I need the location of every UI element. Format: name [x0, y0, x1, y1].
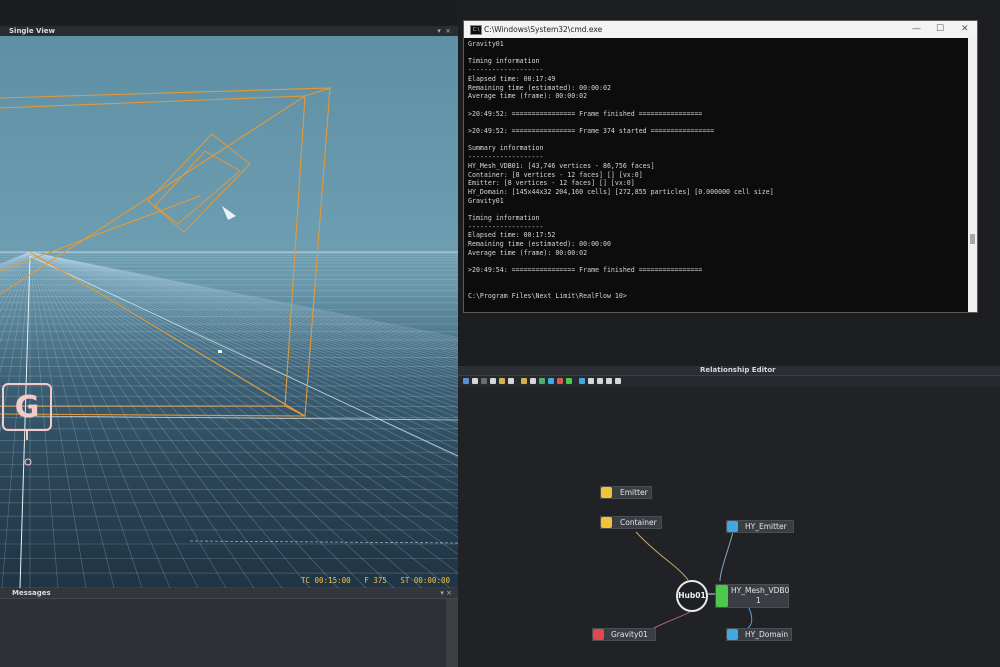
node-label-suffix: 1: [756, 595, 761, 606]
messages-panel: Messages ▾ ×: [0, 588, 458, 667]
console-window[interactable]: C:\ C:\Windows\System32\cmd.exe — ☐ ✕ Gr…: [463, 20, 978, 313]
cursor-arrow-icon: [222, 206, 236, 220]
domain-icon: [727, 629, 738, 640]
mesh-icon: [716, 585, 728, 607]
messages-header: Messages ▾ ×: [0, 588, 458, 599]
hub-node[interactable]: Hub01: [676, 580, 708, 612]
node-label: Container: [620, 517, 657, 528]
single-view-panel: Single View ▾ ×: [0, 26, 458, 588]
messages-title: Messages: [12, 587, 51, 599]
ground-grid: [0, 252, 458, 588]
hy-emitter-icon: [727, 521, 738, 532]
axis-line: [190, 541, 458, 543]
3d-viewport[interactable]: G TC 00:15:00 F 375 ST 00:00:00: [0, 36, 458, 588]
console-titlebar[interactable]: C:\ C:\Windows\System32\cmd.exe — ☐ ✕: [464, 21, 977, 38]
node-container[interactable]: Container: [600, 516, 662, 529]
gravity-icon: [593, 629, 604, 640]
node-label: Gravity01: [611, 629, 648, 640]
link-gravity-hub: [654, 612, 690, 628]
messages-log[interactable]: [0, 599, 446, 667]
viewport-status: TC 00:15:00 F 375 ST 00:00:00: [301, 576, 450, 585]
node-gravity[interactable]: Gravity01: [592, 628, 656, 641]
pivot-marker: [218, 350, 222, 353]
container-icon: [601, 517, 612, 528]
panel-controls[interactable]: ▾ ×: [440, 587, 452, 599]
grid-line: [30, 252, 142, 588]
node-label: HY_Domain: [745, 629, 788, 640]
node-emitter[interactable]: Emitter: [600, 486, 652, 499]
emitter-icon: [601, 487, 612, 498]
minimize-button[interactable]: —: [912, 23, 921, 36]
grid-line: [30, 252, 254, 588]
viewport-scene: G: [0, 36, 458, 588]
svg-text:G: G: [15, 390, 40, 425]
grid-line: [30, 252, 422, 588]
node-label: Emitter: [620, 487, 648, 498]
node-label: HY_Emitter: [745, 521, 787, 532]
grid-line: [30, 252, 394, 588]
link-emitter-mesh: [720, 532, 733, 581]
node-hy-emitter[interactable]: HY_Emitter: [726, 520, 794, 533]
console-title: C:\Windows\System32\cmd.exe: [484, 23, 602, 36]
maximize-button[interactable]: ☐: [936, 23, 944, 36]
cmd-icon: C:\: [470, 25, 482, 35]
hub-label: Hub01: [678, 582, 706, 610]
node-hy-mesh[interactable]: HY_Mesh_VDB0 1: [715, 584, 789, 608]
scroll-thumb[interactable]: [970, 234, 975, 244]
console-scrollbar[interactable]: [968, 38, 977, 312]
link-domain-mesh: [748, 606, 752, 628]
grid-line: [30, 252, 226, 588]
close-button[interactable]: ✕: [961, 23, 969, 36]
link-container-hub: [636, 532, 688, 580]
console-output[interactable]: Gravity01 Timing information -----------…: [468, 40, 958, 301]
node-hy-domain[interactable]: HY_Domain: [726, 628, 792, 641]
node-links: [458, 366, 1000, 667]
relationship-editor: Relationship Editor Emitter Container HY…: [458, 366, 1000, 667]
emitter-box: [148, 134, 250, 232]
gravity-g-icon[interactable]: G: [3, 384, 51, 440]
messages-scrollbar[interactable]: [446, 599, 458, 667]
